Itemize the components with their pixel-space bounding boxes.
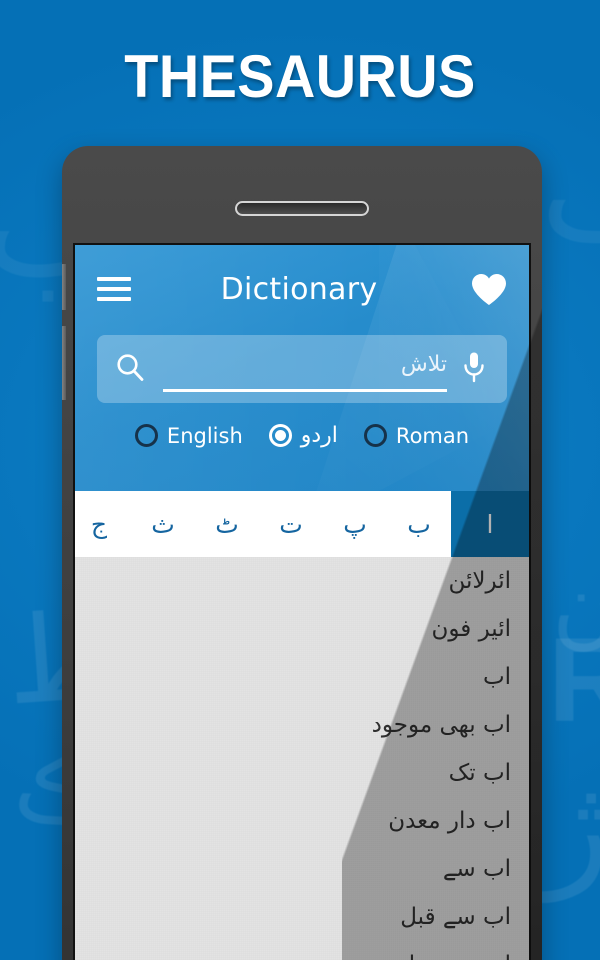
list-item[interactable]: اب سے قبل bbox=[75, 893, 529, 941]
list-item[interactable]: ائیر فون bbox=[75, 605, 529, 653]
list-item[interactable]: اب دار معدن bbox=[75, 797, 529, 845]
microphone-icon[interactable] bbox=[461, 351, 489, 388]
search-icon bbox=[115, 352, 149, 387]
tab-letter-jeem[interactable]: ج bbox=[75, 491, 131, 557]
list-item[interactable]: اب سے bbox=[75, 845, 529, 893]
radio-option-urdu[interactable]: اردو bbox=[268, 423, 338, 448]
list-item[interactable]: اب تک bbox=[75, 749, 529, 797]
radio-indicator bbox=[363, 424, 387, 447]
promo-title: THESAURUS bbox=[124, 43, 476, 110]
list-item[interactable]: اب سے پہلے bbox=[75, 941, 529, 960]
search-input[interactable]: تلاش bbox=[163, 346, 447, 392]
list-item[interactable]: ائرلائن bbox=[75, 557, 529, 605]
hamburger-menu-icon[interactable] bbox=[97, 277, 131, 301]
phone-screen: Dictionary تلاش English اردو Roman ا ب پ… bbox=[73, 243, 531, 960]
app-header: Dictionary تلاش English اردو Roman bbox=[75, 245, 529, 491]
phone-mockup: Dictionary تلاش English اردو Roman ا ب پ… bbox=[62, 146, 542, 960]
radio-option-roman[interactable]: Roman bbox=[363, 423, 470, 448]
radio-label: English bbox=[166, 423, 243, 448]
word-list[interactable]: ائرلائن ائیر فون اب اب بھی موجود اب تک ا… bbox=[75, 557, 529, 960]
watermark-letter-f-icon: ف bbox=[540, 120, 600, 260]
tab-letter-tay[interactable]: ت bbox=[259, 491, 323, 557]
page-title: Dictionary bbox=[220, 271, 378, 307]
tab-letter-ttay[interactable]: ٹ bbox=[195, 491, 259, 557]
alphabet-tab-strip[interactable]: ا ب پ ت ٹ ث ج bbox=[75, 491, 529, 557]
radio-indicator bbox=[134, 424, 158, 447]
list-item[interactable]: اب bbox=[75, 653, 529, 701]
watermark-letter-zhe-icon: ژ bbox=[546, 749, 600, 903]
watermark-letter-noon-icon: ن bbox=[552, 552, 600, 659]
volume-up-button[interactable] bbox=[62, 264, 66, 310]
volume-down-button[interactable] bbox=[62, 326, 66, 400]
tab-letter-pay[interactable]: پ bbox=[323, 491, 387, 557]
radio-indicator bbox=[268, 424, 292, 447]
radio-label: اردو bbox=[300, 423, 338, 448]
earpiece-speaker bbox=[235, 201, 369, 216]
language-radio-group: English اردو Roman bbox=[75, 423, 529, 448]
heart-icon[interactable] bbox=[467, 273, 507, 306]
search-placeholder: تلاش bbox=[400, 352, 447, 377]
tab-letter-alif[interactable]: ا bbox=[451, 491, 529, 557]
app-bar: Dictionary bbox=[75, 245, 529, 333]
search-bar[interactable]: تلاش bbox=[97, 335, 507, 403]
tab-letter-say[interactable]: ث bbox=[131, 491, 195, 557]
list-item[interactable]: اب بھی موجود bbox=[75, 701, 529, 749]
tab-letter-bay[interactable]: ب bbox=[387, 491, 451, 557]
watermark-letter-r-icon: R bbox=[548, 613, 600, 747]
radio-label: Roman bbox=[395, 423, 470, 448]
radio-option-english[interactable]: English bbox=[134, 423, 243, 448]
